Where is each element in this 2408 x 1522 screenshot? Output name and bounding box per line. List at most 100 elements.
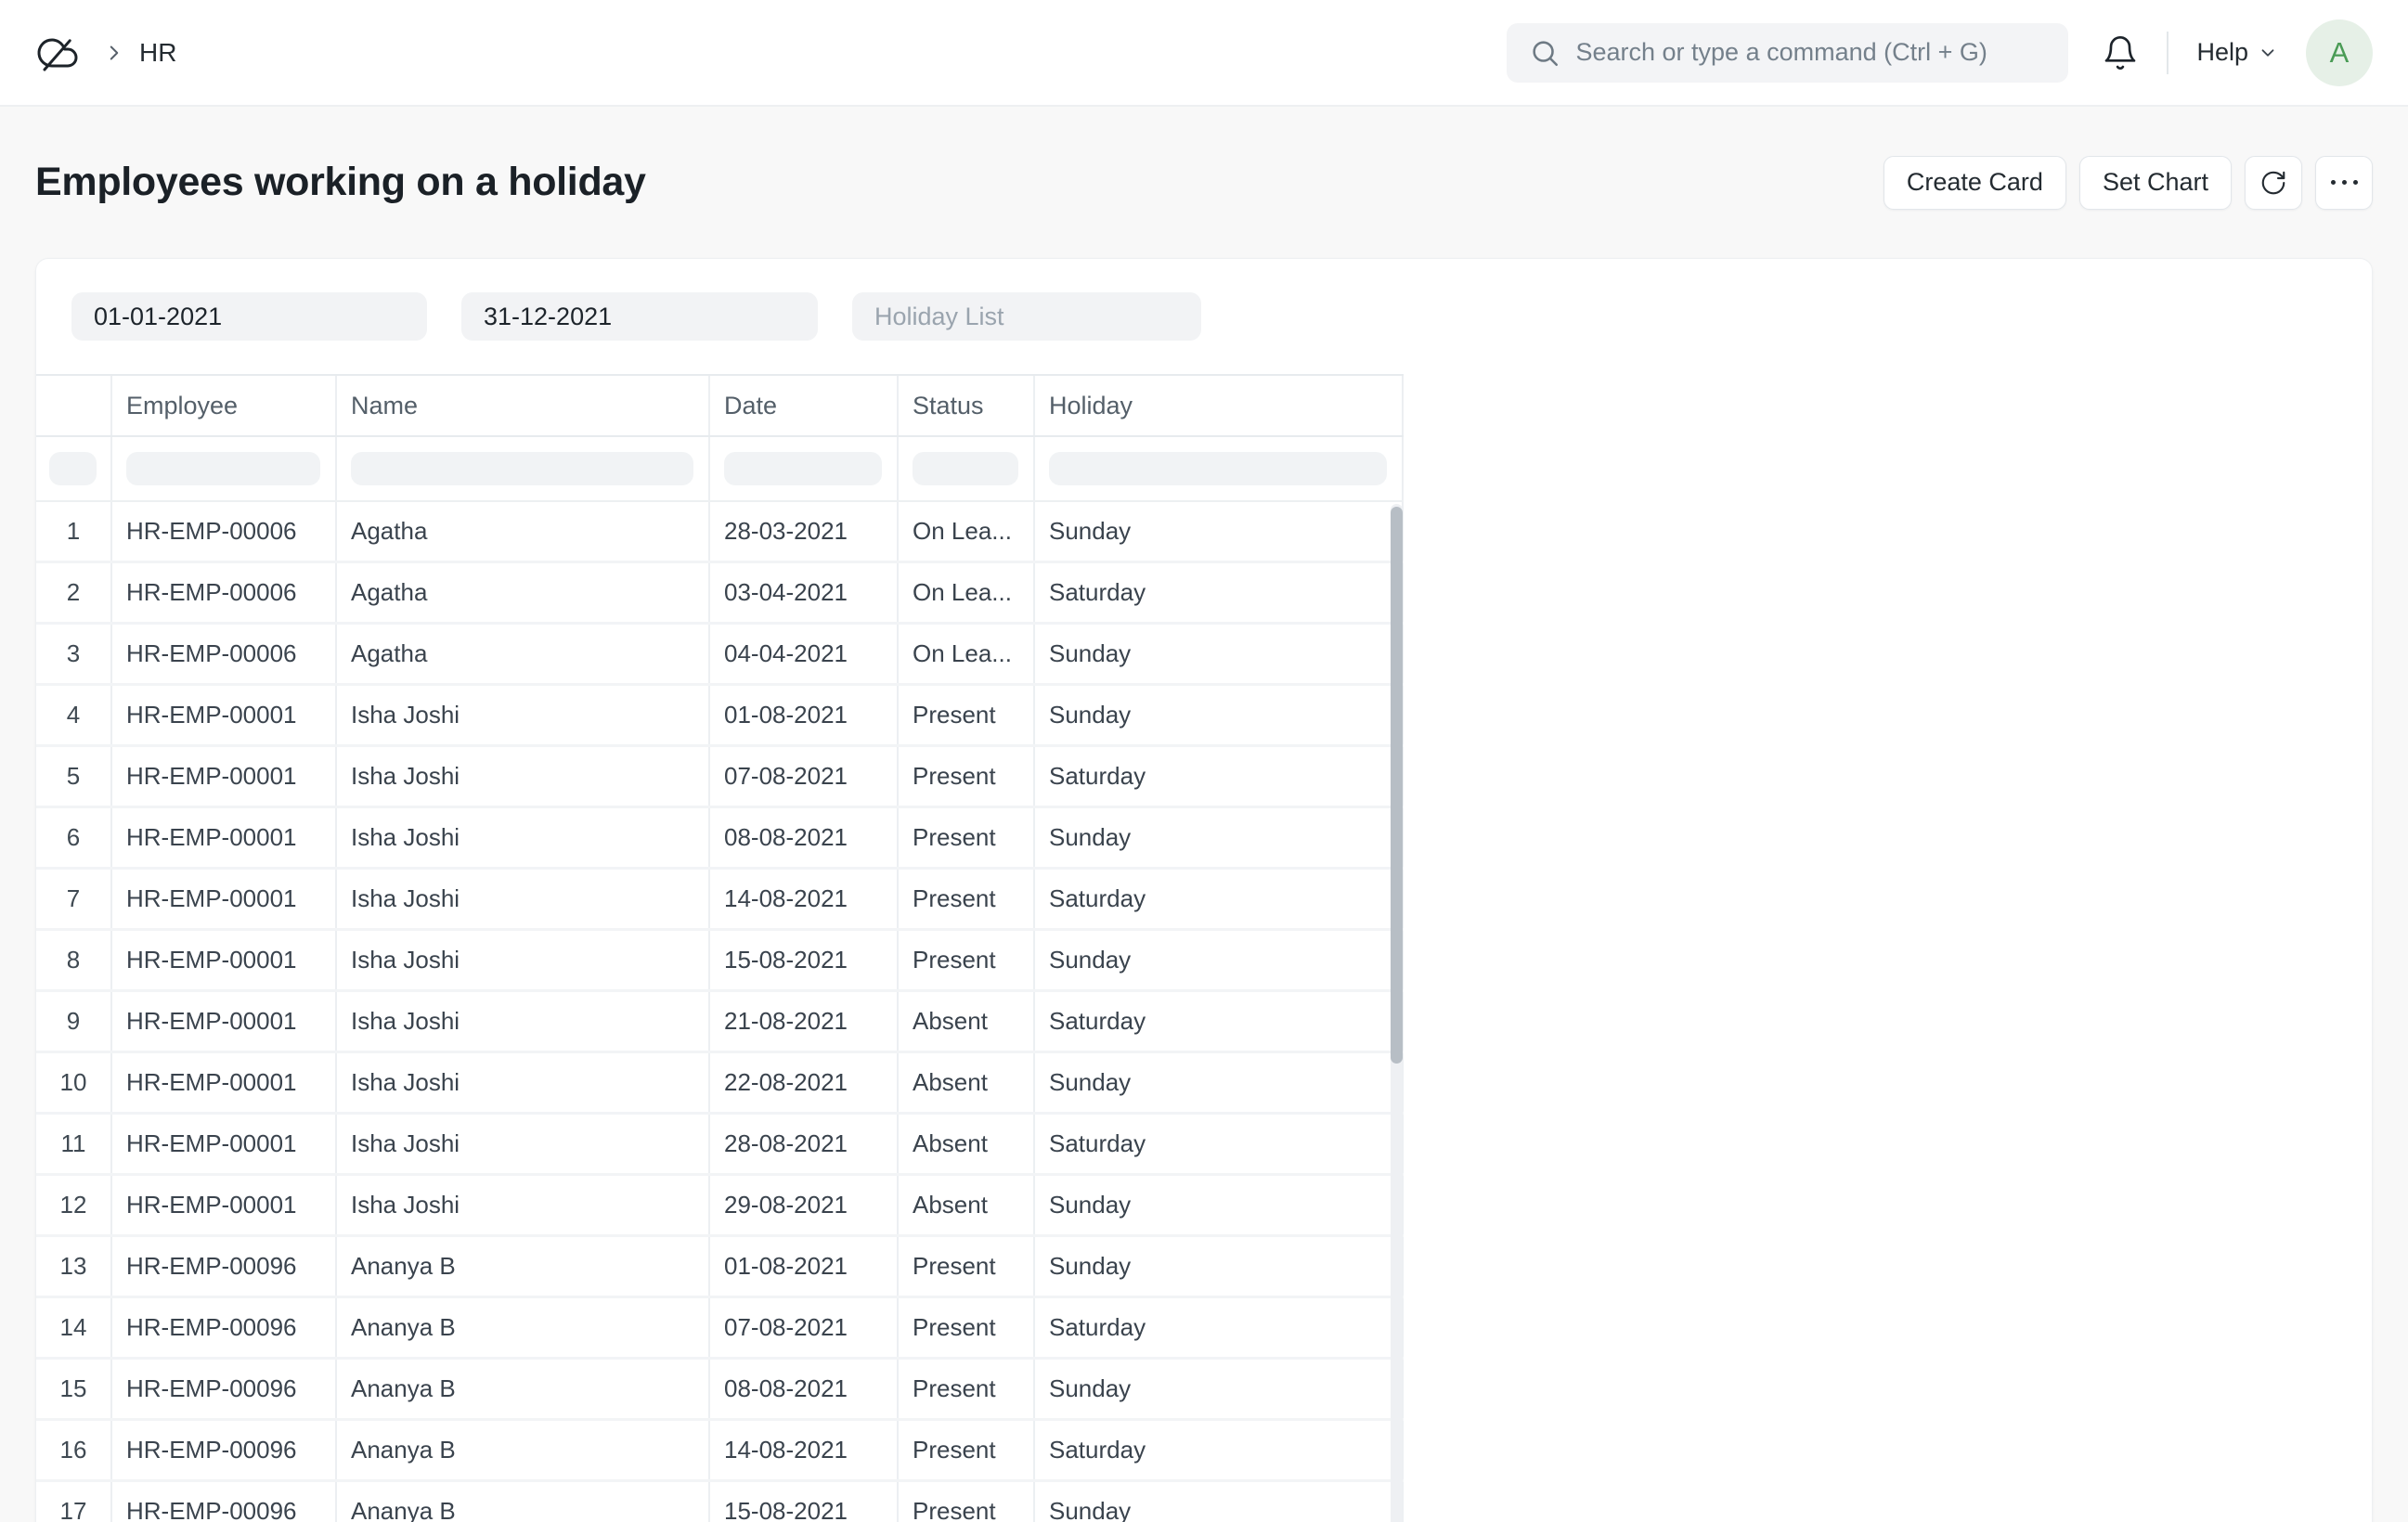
cell-holiday[interactable]: Sunday bbox=[1035, 1053, 1404, 1112]
cell-name[interactable]: Isha Joshi bbox=[337, 931, 710, 989]
cell-date[interactable]: 01-08-2021 bbox=[710, 1237, 899, 1296]
cell-name[interactable]: Ananya B bbox=[337, 1360, 710, 1418]
cell-status[interactable]: On Lea... bbox=[899, 502, 1035, 561]
cell-name[interactable]: Isha Joshi bbox=[337, 992, 710, 1051]
cell-holiday[interactable]: Sunday bbox=[1035, 1176, 1404, 1234]
cell-status[interactable]: Present bbox=[899, 1298, 1035, 1357]
column-filter-input-holiday[interactable] bbox=[1049, 452, 1387, 485]
cell-name[interactable]: Ananya B bbox=[337, 1298, 710, 1357]
cell-name[interactable]: Isha Joshi bbox=[337, 1176, 710, 1234]
cell-date[interactable]: 01-08-2021 bbox=[710, 686, 899, 744]
cell-employee[interactable]: HR-EMP-00096 bbox=[112, 1298, 337, 1357]
cell-name[interactable]: Ananya B bbox=[337, 1421, 710, 1479]
column-header-employee[interactable]: Employee bbox=[112, 376, 337, 435]
cell-date[interactable]: 29-08-2021 bbox=[710, 1176, 899, 1234]
column-filter-input-row-number[interactable] bbox=[49, 452, 97, 485]
to-date-filter[interactable]: 31-12-2021 bbox=[461, 292, 818, 341]
cell-employee[interactable]: HR-EMP-00001 bbox=[112, 747, 337, 806]
cell-name[interactable]: Isha Joshi bbox=[337, 747, 710, 806]
cell-date[interactable]: 15-08-2021 bbox=[710, 1482, 899, 1522]
cell-employee[interactable]: HR-EMP-00001 bbox=[112, 870, 337, 928]
cell-name[interactable]: Agatha bbox=[337, 563, 710, 622]
cell-name[interactable]: Ananya B bbox=[337, 1237, 710, 1296]
cell-holiday[interactable]: Saturday bbox=[1035, 1115, 1404, 1173]
cell-employee[interactable]: HR-EMP-00001 bbox=[112, 992, 337, 1051]
help-menu[interactable]: Help bbox=[2196, 38, 2278, 67]
cell-date[interactable]: 07-08-2021 bbox=[710, 747, 899, 806]
cell-employee[interactable]: HR-EMP-00006 bbox=[112, 502, 337, 561]
cell-holiday[interactable]: Sunday bbox=[1035, 502, 1404, 561]
cell-status[interactable]: Absent bbox=[899, 1053, 1035, 1112]
cell-employee[interactable]: HR-EMP-00006 bbox=[112, 625, 337, 683]
cell-holiday[interactable]: Sunday bbox=[1035, 1237, 1404, 1296]
cell-holiday[interactable]: Saturday bbox=[1035, 870, 1404, 928]
cell-status[interactable]: Absent bbox=[899, 992, 1035, 1051]
cell-employee[interactable]: HR-EMP-00096 bbox=[112, 1421, 337, 1479]
cell-holiday[interactable]: Sunday bbox=[1035, 625, 1404, 683]
cell-employee[interactable]: HR-EMP-00096 bbox=[112, 1237, 337, 1296]
cell-employee[interactable]: HR-EMP-00001 bbox=[112, 1115, 337, 1173]
cell-date[interactable]: 08-08-2021 bbox=[710, 1360, 899, 1418]
cell-date[interactable]: 28-03-2021 bbox=[710, 502, 899, 561]
global-search-input[interactable]: Search or type a command (Ctrl + G) bbox=[1507, 22, 2069, 83]
user-avatar[interactable]: A bbox=[2306, 19, 2373, 86]
from-date-filter[interactable]: 01-01-2021 bbox=[71, 292, 427, 341]
cell-date[interactable]: 07-08-2021 bbox=[710, 1298, 899, 1357]
cell-status[interactable]: Present bbox=[899, 686, 1035, 744]
cell-holiday[interactable]: Sunday bbox=[1035, 1482, 1404, 1522]
cell-holiday[interactable]: Saturday bbox=[1035, 747, 1404, 806]
cell-name[interactable]: Isha Joshi bbox=[337, 686, 710, 744]
table-scrollbar-thumb[interactable] bbox=[1391, 507, 1403, 1064]
cell-holiday[interactable]: Sunday bbox=[1035, 808, 1404, 867]
cell-status[interactable]: Present bbox=[899, 808, 1035, 867]
frappe-cloud-logo-icon[interactable] bbox=[35, 31, 80, 75]
menu-button[interactable] bbox=[2315, 155, 2373, 210]
cell-status[interactable]: Present bbox=[899, 870, 1035, 928]
cell-date[interactable]: 03-04-2021 bbox=[710, 563, 899, 622]
column-header-holiday[interactable]: Holiday bbox=[1035, 376, 1404, 435]
cell-name[interactable]: Isha Joshi bbox=[337, 870, 710, 928]
cell-name[interactable]: Agatha bbox=[337, 502, 710, 561]
column-header-date[interactable]: Date bbox=[710, 376, 899, 435]
cell-holiday[interactable]: Sunday bbox=[1035, 1360, 1404, 1418]
cell-holiday[interactable]: Sunday bbox=[1035, 686, 1404, 744]
cell-holiday[interactable]: Saturday bbox=[1035, 563, 1404, 622]
column-header-name[interactable]: Name bbox=[337, 376, 710, 435]
column-filter-input-status[interactable] bbox=[913, 452, 1018, 485]
cell-holiday[interactable]: Saturday bbox=[1035, 992, 1404, 1051]
cell-holiday[interactable]: Saturday bbox=[1035, 1421, 1404, 1479]
cell-date[interactable]: 14-08-2021 bbox=[710, 1421, 899, 1479]
cell-status[interactable]: Present bbox=[899, 1421, 1035, 1479]
cell-date[interactable]: 21-08-2021 bbox=[710, 992, 899, 1051]
cell-employee[interactable]: HR-EMP-00006 bbox=[112, 563, 337, 622]
cell-employee[interactable]: HR-EMP-00001 bbox=[112, 686, 337, 744]
cell-holiday[interactable]: Saturday bbox=[1035, 1298, 1404, 1357]
set-chart-button[interactable]: Set Chart bbox=[2078, 155, 2232, 210]
cell-name[interactable]: Isha Joshi bbox=[337, 1115, 710, 1173]
cell-date[interactable]: 28-08-2021 bbox=[710, 1115, 899, 1173]
notifications-bell-icon[interactable] bbox=[2102, 34, 2139, 71]
cell-date[interactable]: 04-04-2021 bbox=[710, 625, 899, 683]
cell-employee[interactable]: HR-EMP-00001 bbox=[112, 808, 337, 867]
cell-date[interactable]: 22-08-2021 bbox=[710, 1053, 899, 1112]
cell-status[interactable]: On Lea... bbox=[899, 563, 1035, 622]
cell-employee[interactable]: HR-EMP-00096 bbox=[112, 1360, 337, 1418]
refresh-button[interactable] bbox=[2245, 155, 2302, 210]
table-scrollbar[interactable] bbox=[1391, 504, 1403, 1522]
cell-holiday[interactable]: Sunday bbox=[1035, 931, 1404, 989]
cell-status[interactable]: On Lea... bbox=[899, 625, 1035, 683]
cell-employee[interactable]: HR-EMP-00096 bbox=[112, 1482, 337, 1522]
cell-status[interactable]: Absent bbox=[899, 1176, 1035, 1234]
cell-status[interactable]: Absent bbox=[899, 1115, 1035, 1173]
cell-employee[interactable]: HR-EMP-00001 bbox=[112, 1176, 337, 1234]
cell-status[interactable]: Present bbox=[899, 931, 1035, 989]
column-header-status[interactable]: Status bbox=[899, 376, 1035, 435]
cell-status[interactable]: Present bbox=[899, 747, 1035, 806]
cell-name[interactable]: Isha Joshi bbox=[337, 1053, 710, 1112]
cell-status[interactable]: Present bbox=[899, 1360, 1035, 1418]
cell-name[interactable]: Isha Joshi bbox=[337, 808, 710, 867]
cell-date[interactable]: 15-08-2021 bbox=[710, 931, 899, 989]
column-filter-input-employee[interactable] bbox=[126, 452, 320, 485]
cell-name[interactable]: Ananya B bbox=[337, 1482, 710, 1522]
create-card-button[interactable]: Create Card bbox=[1883, 155, 2066, 210]
